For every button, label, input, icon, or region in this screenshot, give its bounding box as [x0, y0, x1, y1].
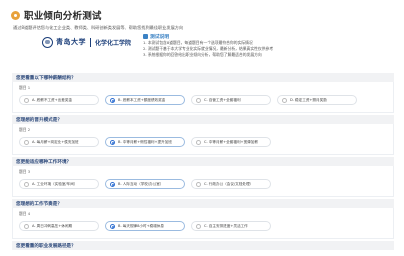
- radio-button[interactable]: [24, 139, 29, 145]
- option-label: D. 稳定工资+照月奖励: [290, 97, 327, 102]
- page-subtitle: 通过8道题评估您与化工企业类、教师类、科研创新类发展等、帮助您找到最佳职业发展方…: [13, 25, 184, 30]
- question-number: 题目 2: [19, 127, 31, 132]
- college-name: 化学化工学院: [95, 39, 132, 47]
- question-number: 题目 1: [19, 85, 31, 90]
- logo-divider: [90, 37, 91, 47]
- radio-button[interactable]: [110, 181, 115, 187]
- question-card: 您更能适应哪种工作环境？ 题目 3 A. 工业环境（实验室/车间） B. 人际互…: [12, 157, 394, 197]
- option-radio-selected[interactable]: B. 每天规律8小时+稳增休息: [105, 221, 185, 231]
- intro-section: 青岛大学 化学化工学院 测试说明 1. 本测试包含8道题目，每道题目有一个选项最…: [42, 33, 364, 68]
- info-icon: [143, 34, 148, 39]
- option-label: A. 周日冲刺高压+休闲期: [32, 223, 73, 228]
- option-radio-selected[interactable]: B. 中等月薪+侧性福利+提升加班: [105, 137, 185, 147]
- question-title: 您更看重的职业发展路径是？: [12, 241, 394, 250]
- option-label: A. 每月薪+岗定业+侯安加班: [32, 139, 79, 144]
- question-title: 您理想的工作节奏是？: [12, 199, 394, 208]
- page-header: 职业倾向分析测试: [11, 8, 102, 22]
- option-radio[interactable]: C. 自主安排进度+灵活工作: [191, 221, 271, 231]
- university-seal-icon: [42, 36, 53, 48]
- option-radio[interactable]: D. 稳定工资+照月奖励: [277, 95, 357, 105]
- radio-button[interactable]: [110, 139, 115, 145]
- university-logo: 青岛大学 化学化工学院: [42, 35, 131, 49]
- question-card: 您理想的工作节奏是？ 题目 4 A. 周日冲刺高压+休闲期 B. 每天规律8小时…: [12, 199, 394, 239]
- question-card: 您理想的晋升模式是？ 题目 2 A. 每月薪+岗定业+侯安加班 B. 中等月薪+…: [12, 115, 394, 155]
- university-name: 青岛大学: [56, 37, 86, 46]
- question-title: 您更看重以下哪种薪酬结构？: [12, 73, 394, 82]
- radio-button[interactable]: [196, 139, 201, 145]
- question-title: 您理想的晋升模式是？: [12, 115, 394, 124]
- instruction-item: 3. 系统根据你的回答给出职业倾向分析，帮助您了解最适合的发展方向: [143, 52, 262, 58]
- question-number: 题目 3: [19, 169, 31, 174]
- radio-button[interactable]: [110, 97, 115, 103]
- option-label: B. 底薪本工资+额度绩效奖金: [118, 97, 166, 102]
- option-label: A. 工业环境（实验室/车间）: [32, 181, 78, 186]
- option-radio[interactable]: C. 行政办公（会议/文档处理）: [191, 179, 271, 189]
- radio-button[interactable]: [24, 181, 29, 187]
- option-label: B. 中等月薪+侧性福利+提升加班: [118, 139, 172, 144]
- radio-button[interactable]: [24, 223, 29, 229]
- question-title: 您更能适应哪种工作环境？: [12, 157, 394, 166]
- option-radio[interactable]: C. 中等月薪+全套福利+宽弹加薪: [191, 137, 271, 147]
- option-label: A. 底薪不工资+出差奖金: [32, 97, 73, 102]
- option-radio[interactable]: A. 每月薪+岗定业+侯安加班: [19, 137, 99, 147]
- option-radio-selected[interactable]: B. 底薪本工资+额度绩效奖金: [105, 95, 185, 105]
- option-label: B. 人际互动（学校/办公室）: [118, 181, 164, 186]
- option-radio-selected[interactable]: B. 人际互动（学校/办公室）: [105, 179, 185, 189]
- analysis-icon: [11, 10, 20, 20]
- radio-button[interactable]: [24, 97, 29, 103]
- radio-button[interactable]: [196, 223, 201, 229]
- option-radio[interactable]: A. 工业环境（实验室/车间）: [19, 179, 99, 189]
- option-label: B. 每天规律8小时+稳增休息: [118, 223, 164, 228]
- radio-button[interactable]: [196, 97, 201, 103]
- option-radio[interactable]: C. 自营工资+全套福利: [191, 95, 271, 105]
- radio-button[interactable]: [110, 223, 115, 229]
- instructions-title: 测试说明: [150, 35, 170, 40]
- page-title: 职业倾向分析测试: [24, 11, 102, 22]
- question-card: 您更看重的职业发展路径是？: [12, 241, 394, 250]
- option-radio[interactable]: A. 底薪不工资+出差奖金: [19, 95, 99, 105]
- option-radio[interactable]: A. 周日冲刺高压+休闲期: [19, 221, 99, 231]
- radio-button[interactable]: [196, 181, 201, 187]
- radio-button[interactable]: [282, 97, 287, 103]
- option-label: C. 自主安排进度+灵活工作: [204, 223, 248, 228]
- test-instructions: 测试说明 1. 本测试包含8道题目，每道题目有一个选项最符合你的实际情况 2. …: [143, 33, 364, 59]
- option-label: C. 中等月薪+全套福利+宽弹加薪: [204, 139, 258, 144]
- option-label: C. 自营工资+全套福利: [204, 97, 241, 102]
- option-label: C. 行政办公（会议/文档处理）: [204, 181, 254, 186]
- question-card: 您更看重以下哪种薪酬结构？ 题目 1 A. 底薪不工资+出差奖金 B. 底薪本工…: [12, 73, 394, 113]
- question-number: 题目 4: [19, 211, 31, 216]
